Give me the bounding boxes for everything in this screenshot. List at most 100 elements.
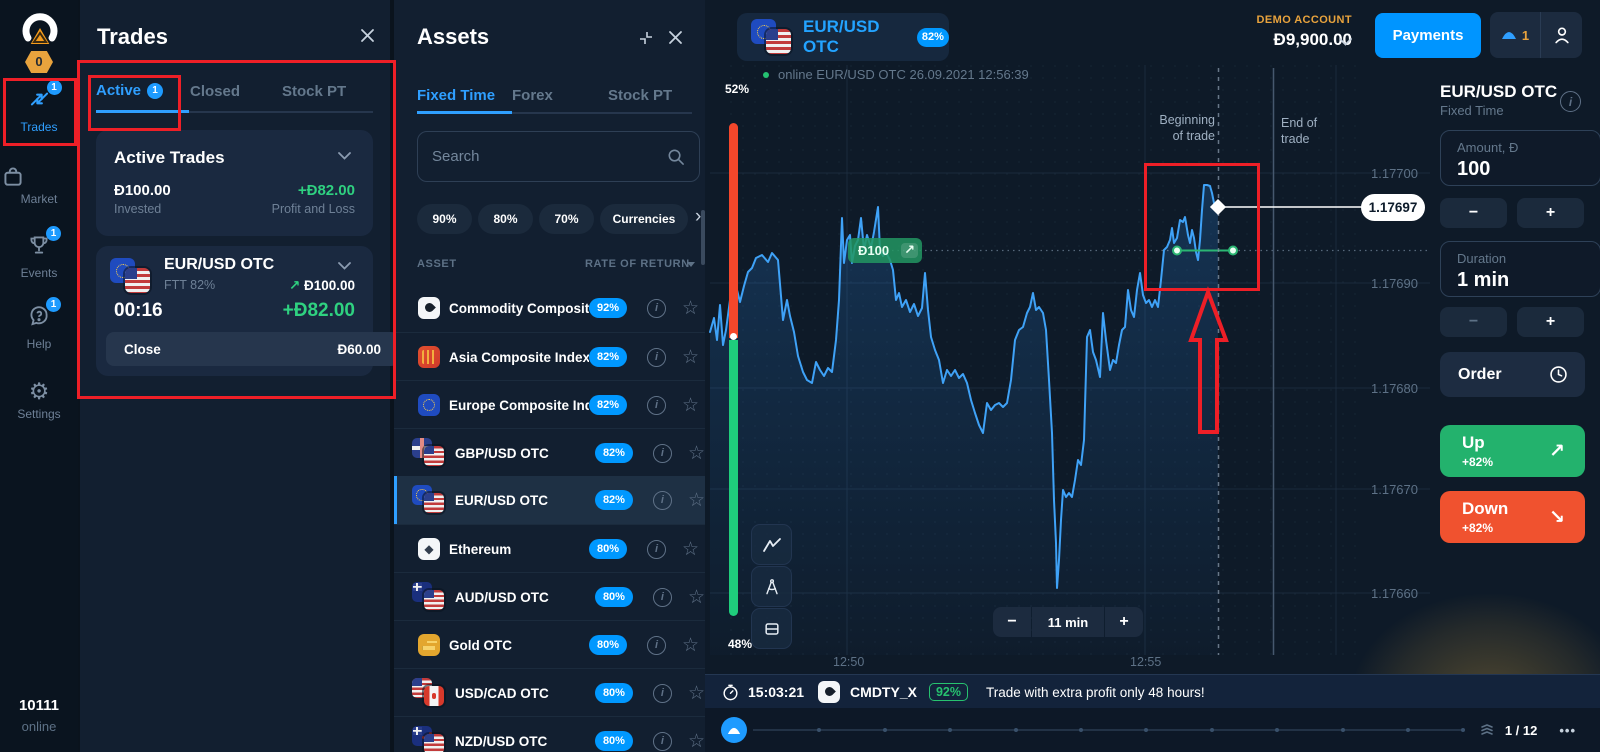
amount-label: Amount, Đ — [1457, 140, 1600, 155]
favorite-star-icon[interactable]: ☆ — [688, 684, 705, 703]
tab-closed[interactable]: Closed — [190, 83, 240, 100]
filter-chip-80[interactable]: 80% — [478, 204, 533, 234]
up-arrow-icon: ↗ — [1549, 440, 1565, 462]
asset-row-eur-usd-selected[interactable]: EUR/USD OTC 82% i ☆ — [394, 476, 705, 524]
collapse-icon[interactable] — [638, 30, 654, 46]
zoom-in-button[interactable]: + — [1105, 607, 1143, 637]
up-button[interactable]: Up +82% ↗ — [1440, 425, 1585, 477]
zoom-out-button[interactable]: − — [993, 607, 1031, 637]
sidebar-item-market[interactable]: Market — [0, 163, 78, 206]
close-icon[interactable] — [668, 30, 683, 45]
gbp-usd-flags-icon — [412, 438, 446, 468]
current-price-pill: 1.17697 — [1361, 194, 1425, 221]
trade-amount-wrap: ↗ Đ100.00 — [289, 278, 355, 294]
info-icon[interactable]: i — [647, 348, 666, 367]
filter-chip-currencies[interactable]: Currencies — [600, 204, 688, 234]
duration-increase-button[interactable]: + — [1517, 307, 1584, 337]
stack-icon[interactable] — [1479, 722, 1495, 738]
open-trade-chart-badge[interactable]: Đ100 ↗ — [848, 238, 922, 263]
sidebar-item-help[interactable]: 1 Help — [0, 303, 78, 351]
column-header-ror[interactable]: RATE OF RETURN — [585, 258, 690, 270]
amount-field[interactable]: Amount, Đ 100 — [1440, 130, 1600, 186]
tab-forex[interactable]: Forex — [512, 87, 553, 104]
account-switcher[interactable]: DEMO ACCOUNT Đ9,900.00 — [1257, 14, 1352, 50]
sentiment-down-label: 48% — [728, 637, 752, 651]
info-icon[interactable]: i — [1560, 91, 1581, 112]
tab-stock-pt[interactable]: Stock PT — [608, 87, 672, 104]
asset-row-commodity[interactable]: Commodity Composit… 92% i ☆ — [394, 284, 705, 332]
market-bag-icon — [0, 163, 26, 189]
favorite-star-icon[interactable]: ☆ — [688, 588, 705, 607]
payments-button[interactable]: Payments — [1375, 13, 1481, 58]
tab-stock-pt[interactable]: Stock PT — [282, 83, 346, 100]
close-icon[interactable] — [360, 28, 375, 43]
layout-icon — [762, 619, 782, 639]
asset-row-europe[interactable]: Europe Composite Index 82% i ☆ — [394, 380, 705, 429]
profit-loss-value: +Đ82.00 — [298, 182, 355, 199]
info-icon[interactable]: i — [653, 684, 672, 703]
sort-caret-icon[interactable] — [687, 262, 695, 267]
chevron-down-icon[interactable] — [338, 152, 351, 160]
axis-label: 1.17660 — [1348, 586, 1418, 601]
close-trade-button[interactable]: Close Đ60.00 — [106, 332, 399, 366]
notifications-count-badge[interactable]: 0 — [25, 51, 53, 73]
sidebar-item-trades[interactable]: 1 Trades — [0, 86, 78, 134]
info-icon[interactable]: i — [647, 636, 666, 655]
active-trade-card[interactable]: EUR/USD OTC FTT 82% ↗ Đ100.00 00:16 +Đ82… — [96, 246, 373, 376]
duration-decrease-button[interactable]: − — [1440, 307, 1507, 337]
active-trades-summary-card[interactable]: Active Trades Đ100.00 Invested +Đ82.00 P… — [96, 130, 373, 236]
active-slide-button[interactable] — [721, 717, 747, 743]
profile-cluster: 1 — [1490, 12, 1582, 58]
page-indicator: 1 / 12 — [1505, 723, 1538, 738]
down-button[interactable]: Down +82% ↘ — [1440, 491, 1585, 543]
sidebar-item-events[interactable]: 1 Events — [0, 232, 78, 280]
account-chevron-icon[interactable] — [1339, 38, 1352, 46]
promo-banner[interactable]: 15:03:21 CMDTY_X 92% Trade with extra pr… — [705, 674, 1600, 709]
asset-row-ethereum[interactable]: ◆ Ethereum 80% i ☆ — [394, 524, 705, 573]
timeframe-value[interactable]: 11 min — [1032, 607, 1104, 637]
asset-row-asia[interactable]: Asia Composite Index 82% i ☆ — [394, 332, 705, 381]
column-header-asset[interactable]: ASSET — [417, 258, 457, 270]
profile-button[interactable] — [1541, 24, 1582, 46]
tab-active[interactable]: Active1 — [96, 82, 163, 100]
info-icon[interactable]: i — [653, 732, 672, 751]
info-icon[interactable]: i — [653, 588, 672, 607]
favorite-star-icon[interactable]: ☆ — [682, 348, 699, 367]
favorite-star-icon[interactable]: ☆ — [688, 491, 705, 510]
chevron-down-icon[interactable] — [338, 262, 351, 270]
favorite-star-icon[interactable]: ☆ — [682, 299, 699, 318]
asset-row-usd-cad[interactable]: USD/CAD OTC 80% i ☆ — [394, 668, 705, 717]
search-input[interactable]: Search — [417, 131, 700, 182]
favorite-star-icon[interactable]: ☆ — [688, 444, 705, 463]
info-icon[interactable]: i — [647, 396, 666, 415]
asset-row-aud-usd[interactable]: AUD/USD OTC 80% i ☆ — [394, 572, 705, 621]
duration-field[interactable]: Duration 1 min — [1440, 241, 1600, 297]
order-button[interactable]: Order — [1440, 352, 1585, 397]
info-icon[interactable]: i — [647, 540, 666, 559]
asset-row-nzd-usd[interactable]: NZD/USD OTC 80% i ☆ — [394, 716, 705, 752]
more-menu-button[interactable]: ••• — [1559, 723, 1576, 738]
favorite-star-icon[interactable]: ☆ — [688, 732, 705, 751]
chart-symbol-chip[interactable]: EUR/USD OTC 82% — [737, 13, 949, 61]
layout-button[interactable] — [751, 608, 792, 649]
amount-increase-button[interactable]: + — [1517, 198, 1584, 228]
promo-counter[interactable]: 1 — [1490, 12, 1541, 58]
axis-label: 1.17690 — [1348, 276, 1418, 291]
info-icon[interactable]: i — [653, 491, 672, 510]
app-logo-icon[interactable] — [21, 9, 59, 49]
favorite-star-icon[interactable]: ☆ — [682, 636, 699, 655]
slide-track[interactable] — [753, 729, 1465, 731]
filter-chip-70[interactable]: 70% — [539, 204, 594, 234]
tab-fixed-time[interactable]: Fixed Time — [417, 87, 495, 104]
info-icon[interactable]: i — [647, 299, 666, 318]
amount-decrease-button[interactable]: − — [1440, 198, 1507, 228]
filter-chip-90[interactable]: 90% — [417, 204, 472, 234]
asset-row-gbp-usd[interactable]: GBP/USD OTC 82% i ☆ — [394, 428, 705, 477]
chart-type-button[interactable] — [751, 524, 792, 565]
favorite-star-icon[interactable]: ☆ — [682, 396, 699, 415]
sidebar-item-settings[interactable]: ⚙ Settings — [0, 380, 78, 421]
favorite-star-icon[interactable]: ☆ — [682, 540, 699, 559]
drawing-tools-button[interactable] — [751, 566, 792, 607]
info-icon[interactable]: i — [653, 444, 672, 463]
asset-row-gold[interactable]: Gold OTC 80% i ☆ — [394, 620, 705, 669]
